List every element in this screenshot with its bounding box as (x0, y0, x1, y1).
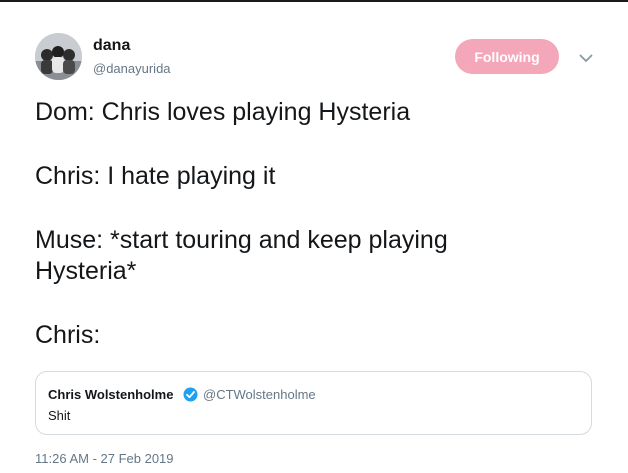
quoted-author-handle: @CTWolstenholme (203, 387, 316, 402)
top-border (0, 0, 628, 2)
tweet-line: Chris: I hate playing it (35, 162, 276, 190)
tweet-line: Dom: Chris loves playing Hysteria (35, 98, 411, 126)
chevron-down-icon[interactable] (576, 48, 596, 68)
tweet-line: Chris: (35, 321, 101, 349)
quoted-tweet[interactable]: Chris Wolstenholme @CTWolstenholme Shit (35, 371, 592, 435)
verified-badge-icon (183, 387, 198, 402)
avatar[interactable] (35, 33, 82, 80)
quoted-tweet-text: Shit (48, 408, 71, 423)
tweet-line: Hysteria* (35, 257, 137, 285)
tweet-line: Muse: *start touring and keep playing (35, 226, 448, 254)
profile-photo-icon (35, 33, 82, 80)
following-button[interactable]: Following (455, 39, 559, 74)
tweet-timestamp[interactable]: 11:26 AM - 27 Feb 2019 (35, 451, 174, 466)
author-handle[interactable]: @danayurida (93, 61, 171, 76)
quoted-author-name: Chris Wolstenholme (48, 387, 174, 402)
author-name[interactable]: dana (93, 37, 130, 55)
